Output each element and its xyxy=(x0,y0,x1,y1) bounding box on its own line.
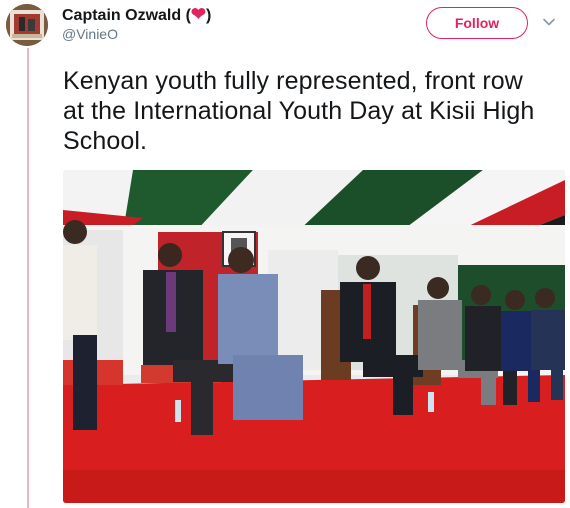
display-name-suffix: ) xyxy=(206,7,212,24)
display-name[interactable]: Captain Ozwald (❤) xyxy=(62,4,211,25)
chevron-down-icon[interactable] xyxy=(541,14,557,30)
user-handle[interactable]: @VinieO xyxy=(62,26,118,42)
tweet-text: Kenyan youth fully represented, front ro… xyxy=(63,67,535,155)
avatar[interactable] xyxy=(6,4,48,46)
tweet-photo[interactable] xyxy=(63,170,565,503)
follow-button[interactable]: Follow xyxy=(426,7,528,39)
display-name-text: Captain Ozwald ( xyxy=(62,7,191,24)
heart-icon: ❤ xyxy=(190,4,206,24)
avatar-image xyxy=(6,4,48,46)
thread-line xyxy=(27,48,29,508)
event-photo-image xyxy=(63,170,565,503)
